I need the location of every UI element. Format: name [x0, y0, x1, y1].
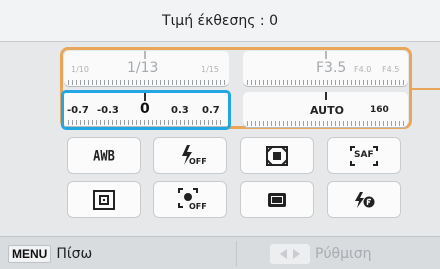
ev-value-1: -0.7 — [67, 105, 89, 116]
flash-compensation-button[interactable] — [327, 181, 401, 218]
iso-marker — [325, 92, 327, 100]
af-mode-label: SAF — [354, 149, 374, 160]
flash-f-icon — [351, 191, 377, 209]
shutter-speed-ruler[interactable]: 1/10 1/13 1/15 — [64, 51, 229, 87]
af-area-button[interactable] — [67, 181, 141, 218]
exposure-compensation-ruler[interactable]: -0.7 -0.3 0 0.3 0.7 — [61, 90, 231, 130]
ev-scale — [68, 120, 224, 125]
ev-value-4: 0.3 — [171, 105, 189, 116]
flash-off-button[interactable]: OFF — [153, 137, 227, 174]
title-bar: Τιμή έκθεσης : 0 — [0, 0, 440, 42]
flash-off-icon: OFF — [175, 143, 207, 169]
settings-button[interactable]: Ρύθμιση — [270, 242, 372, 266]
shutter-value-next: 1/15 — [201, 65, 219, 74]
ev-value-selected: 0 — [140, 101, 150, 117]
iso-ruler[interactable]: AUTO 160 — [243, 92, 408, 128]
settings-label: Ρύθμιση — [315, 246, 372, 262]
page-title: Τιμή έκθεσης : 0 — [162, 12, 278, 29]
left-right-arrows-icon — [270, 244, 310, 264]
ev-value-2: -0.3 — [97, 105, 119, 116]
iso-value-160: 160 — [370, 105, 389, 115]
aperture-marker — [325, 51, 327, 59]
footer-divider — [236, 241, 237, 266]
metering-icon — [266, 145, 288, 166]
shutter-value-current: 1/13 — [127, 60, 159, 76]
aperture-ruler[interactable]: F3.5 F4.0 F4.5 — [243, 51, 408, 87]
settings-panel: 1/10 1/13 1/15 F3.5 F4.0 F4.5 -0.7 -0.3 … — [0, 42, 440, 236]
ev-value-5: 0.7 — [202, 105, 220, 116]
back-label: Πίσω — [56, 246, 93, 262]
exposure-marker — [144, 93, 146, 101]
flash-off-label: OFF — [189, 156, 207, 166]
shutter-marker — [144, 51, 146, 59]
white-balance-icon: AWB — [93, 147, 115, 164]
group-connector — [412, 88, 440, 90]
af-mode-icon: SAF — [349, 145, 379, 167]
face-detection-button[interactable]: OFF — [153, 181, 227, 218]
aperture-value-next: F4.0 — [354, 65, 372, 74]
aspect-ratio-button[interactable] — [240, 181, 314, 218]
footer-bar: MENU Πίσω Ρύθμιση — [0, 236, 440, 269]
metering-button[interactable] — [240, 137, 314, 174]
shutter-scale — [68, 80, 225, 85]
aperture-scale — [247, 80, 404, 85]
aperture-value-current: F3.5 — [316, 60, 347, 76]
back-button[interactable]: MENU Πίσω — [8, 242, 92, 266]
iso-value-auto: AUTO — [310, 104, 344, 117]
aspect-ratio-icon — [267, 192, 287, 208]
face-detection-off-icon: OFF — [175, 187, 207, 213]
iso-scale — [247, 121, 404, 126]
af-mode-button[interactable]: SAF — [327, 137, 401, 174]
face-detection-off-label: OFF — [189, 201, 207, 211]
shutter-value-prev: 1/10 — [71, 65, 89, 74]
af-area-icon — [93, 189, 115, 210]
white-balance-button[interactable]: AWB — [67, 137, 141, 174]
menu-key-label: MENU — [8, 245, 52, 263]
aperture-value-next2: F4.5 — [382, 65, 400, 74]
